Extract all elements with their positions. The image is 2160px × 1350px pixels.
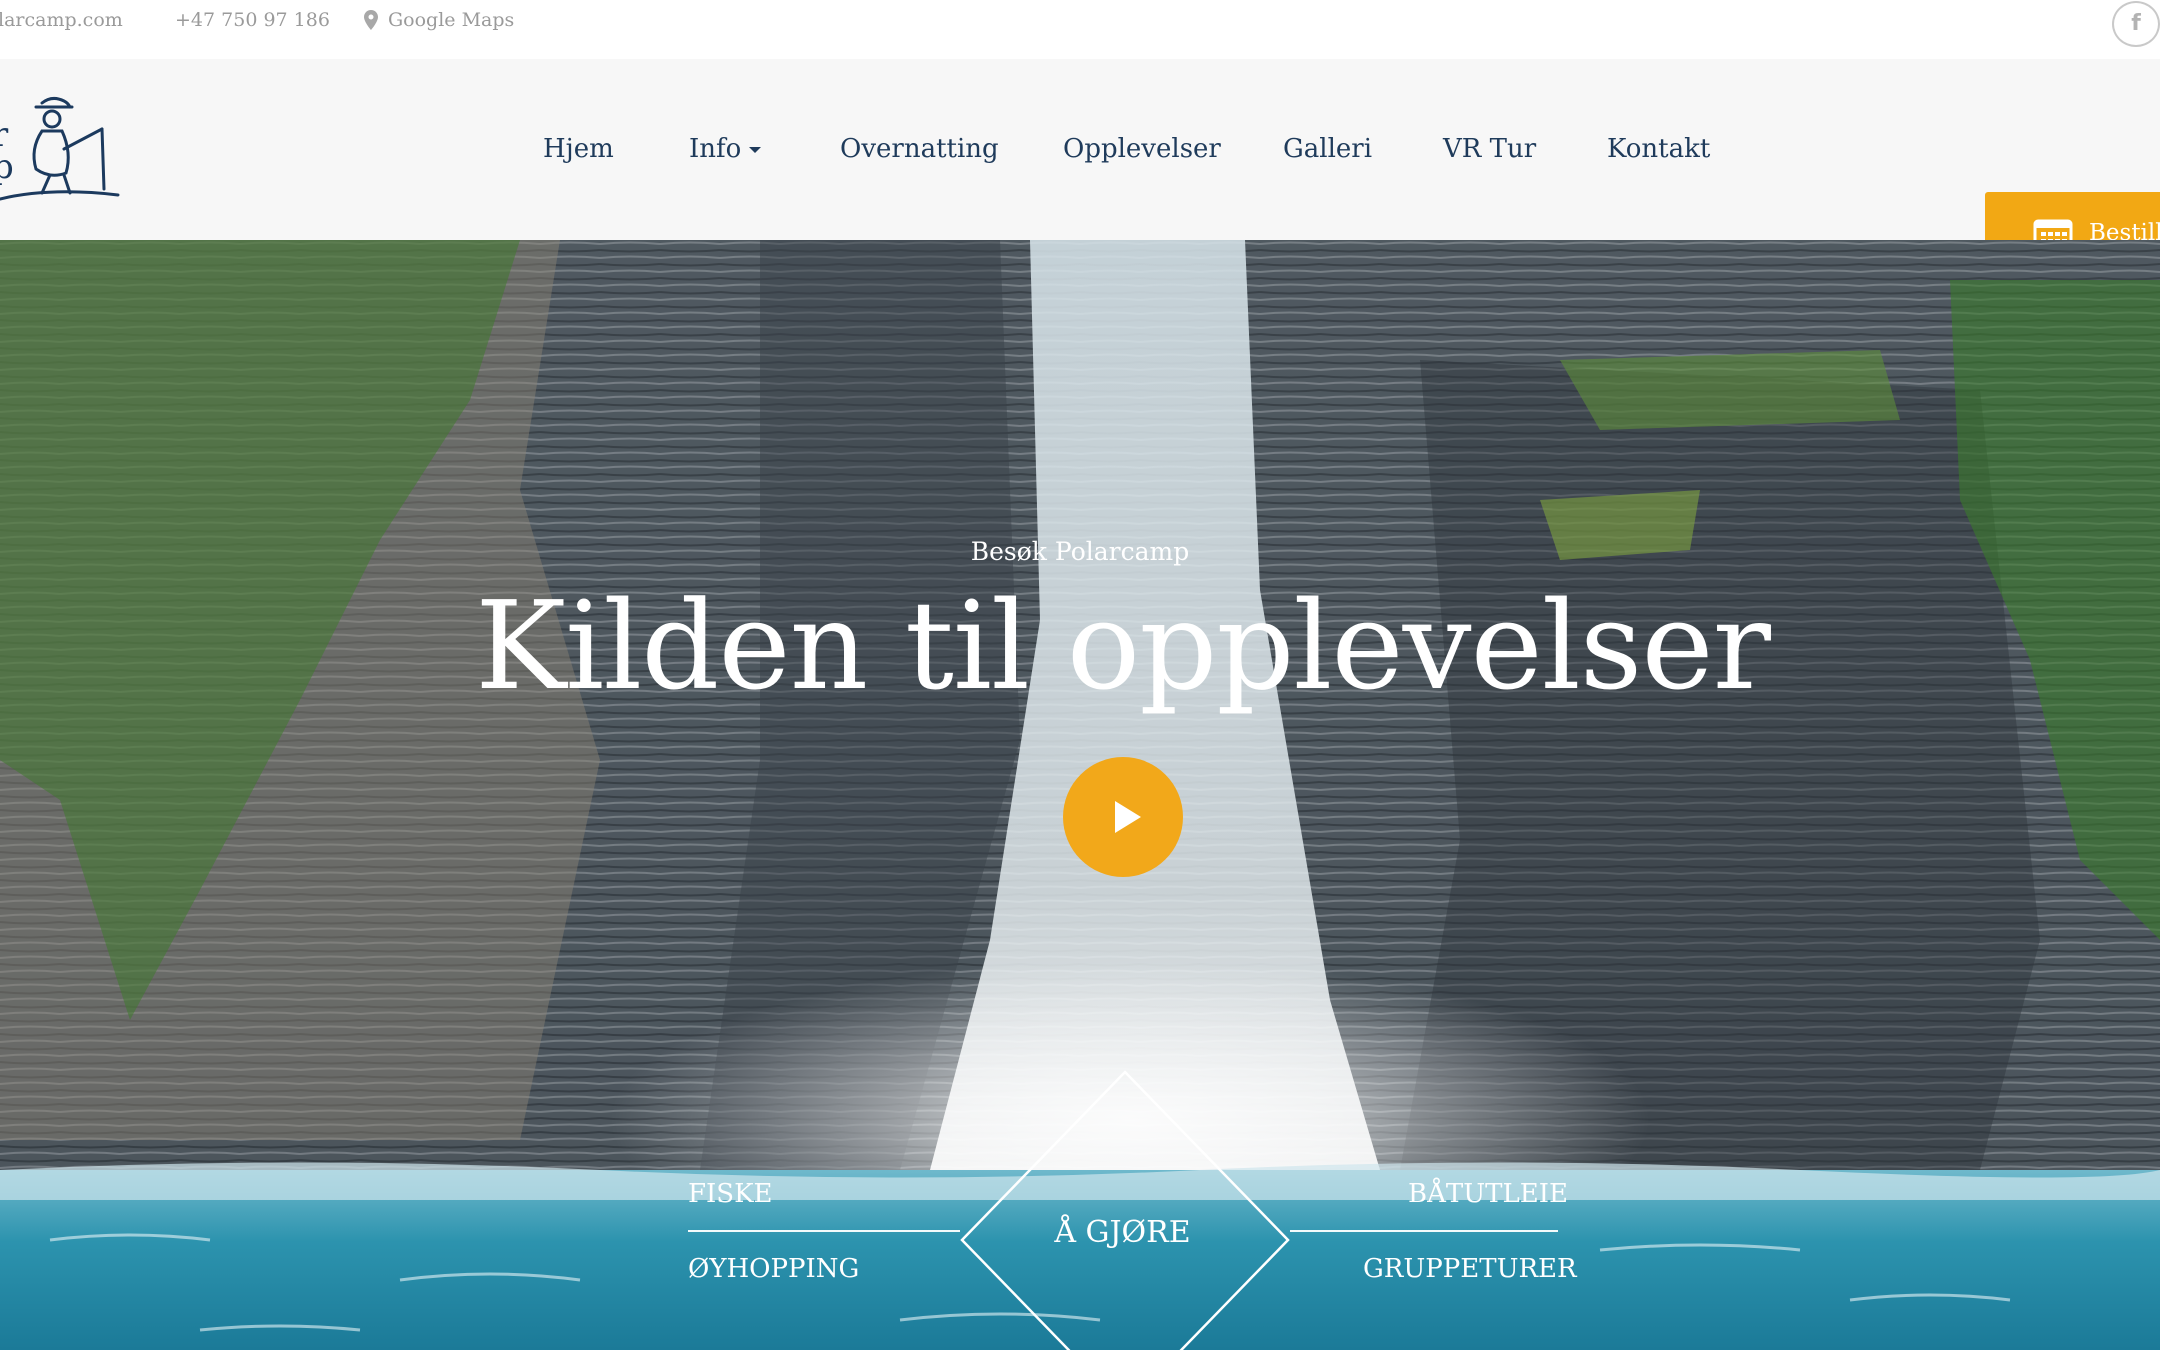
site-header: r p Hjem Info Overnatting Opplevelser Ga… — [0, 59, 2160, 240]
nav-item-overnatting[interactable]: Overnatting — [840, 134, 999, 164]
activities-center-label[interactable]: Å GJØRE — [1020, 1215, 1225, 1250]
play-video-button[interactable] — [1063, 757, 1183, 877]
facebook-icon[interactable]: f — [2112, 1, 2160, 47]
hero-headline: Kilden til opplevelser — [475, 575, 1771, 717]
nav-item-opplevelser[interactable]: Opplevelser — [1063, 134, 1221, 164]
divider-left — [688, 1230, 960, 1232]
email-link[interactable]: larcamp.com — [0, 0, 123, 40]
nav-item-info[interactable]: Info — [689, 134, 762, 164]
play-icon — [1115, 801, 1141, 833]
nav-item-kontakt[interactable]: Kontakt — [1607, 134, 1710, 164]
nav-item-info-label: Info — [689, 134, 742, 164]
activity-link-gruppeturer[interactable]: GRUPPETURER — [1363, 1254, 1577, 1284]
activity-link-batutleie[interactable]: BÅTUTLEIE — [1408, 1179, 1568, 1209]
nav-item-vr-tur[interactable]: VR Tur — [1443, 134, 1536, 164]
facebook-glyph: f — [2131, 11, 2141, 36]
google-maps-link[interactable]: Google Maps — [364, 0, 514, 40]
nav-item-galleri[interactable]: Galleri — [1283, 134, 1372, 164]
divider-right — [1290, 1230, 1558, 1232]
main-nav: Hjem Info Overnatting Opplevelser Galler… — [0, 59, 2160, 240]
google-maps-label: Google Maps — [388, 9, 515, 31]
phone-link[interactable]: +47 750 97 186 — [175, 0, 330, 40]
activities-diamond — [960, 1070, 1290, 1350]
hero-section: Besøk Polarcamp Kilden til opplevelser Å… — [0, 240, 2160, 1350]
map-pin-icon — [364, 10, 378, 30]
activity-link-oyhopping[interactable]: ØYHOPPING — [688, 1254, 859, 1284]
top-bar: larcamp.com +47 750 97 186 Google Maps f — [0, 0, 2160, 59]
activity-link-fiske[interactable]: FISKE — [688, 1179, 773, 1209]
nav-item-hjem[interactable]: Hjem — [543, 134, 614, 164]
hero-kicker: Besøk Polarcamp — [970, 537, 1190, 566]
caret-down-icon — [749, 147, 762, 153]
